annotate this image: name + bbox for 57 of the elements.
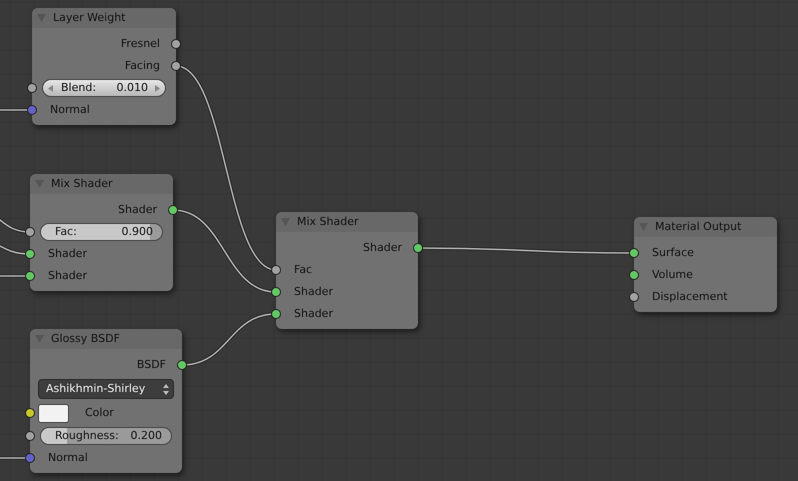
node-socket[interactable] bbox=[171, 61, 181, 71]
node-title: Mix Shader bbox=[297, 214, 359, 230]
up-down-arrows-icon[interactable] bbox=[163, 384, 169, 394]
node-socket[interactable] bbox=[171, 39, 181, 49]
socket-label: Normal bbox=[50, 102, 90, 118]
node-socket[interactable] bbox=[27, 105, 37, 115]
socket-label: Facing bbox=[124, 58, 160, 74]
socket-label: Shader bbox=[48, 246, 87, 262]
socket-label: Shader bbox=[363, 240, 402, 256]
socket-label: Surface bbox=[652, 244, 694, 261]
node-title: Material Output bbox=[655, 218, 742, 235]
node-socket[interactable] bbox=[25, 227, 35, 237]
node-socket[interactable] bbox=[271, 265, 281, 275]
socket-label: Shader bbox=[118, 202, 157, 218]
socket-label: Fresnel bbox=[120, 36, 160, 52]
node-socket[interactable] bbox=[25, 271, 35, 281]
node-header[interactable]: Material Output bbox=[634, 217, 777, 237]
dropdown-field[interactable]: Ashikhmin-Shirley bbox=[38, 379, 174, 399]
node-header[interactable]: Mix Shader bbox=[30, 174, 173, 194]
node-socket[interactable] bbox=[25, 408, 35, 418]
slider-field[interactable]: Roughness: 0.200 bbox=[40, 427, 172, 445]
field-label: Roughness: bbox=[55, 428, 119, 444]
dropdown-value: Ashikhmin-Shirley bbox=[46, 380, 146, 397]
node-header[interactable]: Mix Shader bbox=[276, 212, 418, 232]
socket-label: Color bbox=[85, 405, 114, 422]
node-title: Glossy BSDF bbox=[51, 330, 120, 347]
field-label: Blend: bbox=[61, 80, 96, 96]
node-header[interactable]: Layer Weight bbox=[32, 8, 176, 28]
node-socket[interactable] bbox=[271, 309, 281, 319]
socket-label: Fac bbox=[294, 262, 312, 278]
slider-field[interactable]: Fac: 0.900 bbox=[40, 223, 163, 241]
socket-label: Shader bbox=[294, 284, 333, 300]
node-socket[interactable] bbox=[25, 249, 35, 259]
node-header[interactable]: Glossy BSDF bbox=[30, 329, 182, 349]
color-swatch[interactable] bbox=[38, 404, 69, 423]
node-socket[interactable] bbox=[25, 431, 35, 441]
node-socket[interactable] bbox=[413, 243, 423, 253]
node-socket[interactable] bbox=[629, 270, 639, 280]
node-socket[interactable] bbox=[27, 83, 37, 93]
node-title: Layer Weight bbox=[53, 10, 126, 26]
node-socket[interactable] bbox=[177, 360, 187, 370]
socket-label: Shader bbox=[48, 268, 87, 284]
node-socket[interactable] bbox=[25, 453, 35, 463]
node-socket[interactable] bbox=[271, 287, 281, 297]
socket-label: Volume bbox=[652, 266, 693, 283]
field-value: 0.900 bbox=[122, 224, 153, 240]
socket-label: Shader bbox=[294, 306, 333, 322]
socket-label: Displacement bbox=[652, 288, 728, 305]
field-value: 0.200 bbox=[130, 428, 162, 444]
field-label: Fac: bbox=[55, 224, 77, 240]
node-title: Mix Shader bbox=[51, 176, 113, 192]
node-socket[interactable] bbox=[629, 292, 639, 302]
node-socket[interactable] bbox=[168, 205, 178, 215]
node-socket[interactable] bbox=[629, 248, 639, 258]
field-value: 0.010 bbox=[116, 80, 148, 96]
socket-label: Normal bbox=[48, 450, 88, 466]
socket-label: BSDF bbox=[136, 356, 166, 373]
